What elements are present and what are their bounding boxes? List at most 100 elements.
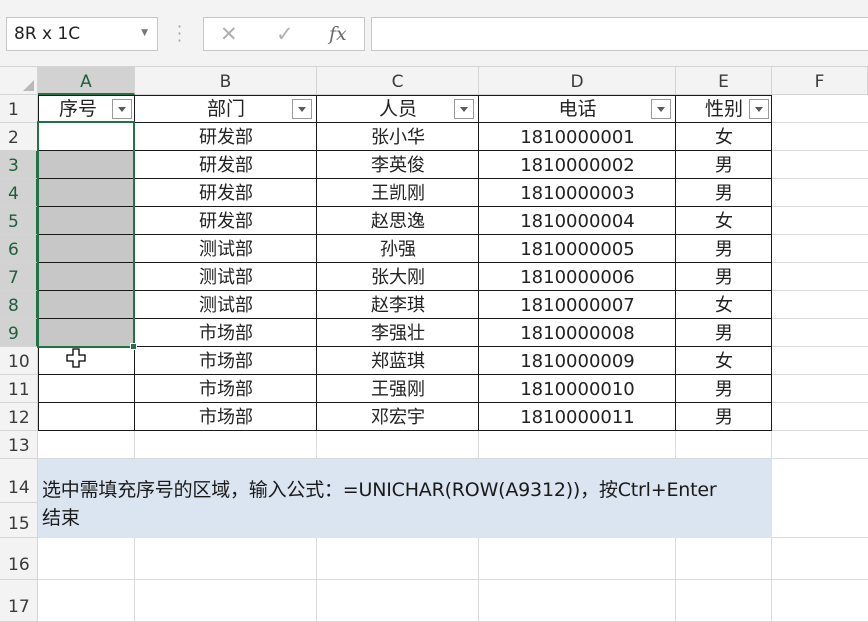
filter-dropdown-icon[interactable] bbox=[651, 99, 671, 119]
table-border bbox=[38, 206, 772, 207]
row-header-6[interactable]: 6 bbox=[0, 235, 38, 263]
gender-cell[interactable]: 女 bbox=[676, 123, 772, 151]
row-header-11[interactable]: 11 bbox=[0, 375, 38, 403]
filter-dropdown-icon[interactable] bbox=[112, 99, 132, 119]
seq-cell[interactable] bbox=[38, 347, 135, 375]
table-border bbox=[38, 150, 772, 151]
formula-input[interactable] bbox=[371, 17, 868, 51]
row-header-4[interactable]: 4 bbox=[0, 179, 38, 207]
selection-border bbox=[37, 121, 135, 348]
insert-function-icon[interactable]: fx bbox=[329, 21, 347, 47]
column-header-e[interactable]: E bbox=[676, 67, 772, 95]
cancel-icon[interactable]: ✕ bbox=[220, 21, 238, 47]
gender-cell[interactable]: 女 bbox=[676, 291, 772, 319]
dept-cell[interactable]: 研发部 bbox=[135, 179, 317, 207]
header-cell-seq[interactable]: 序号 bbox=[38, 95, 118, 123]
seq-cell[interactable] bbox=[38, 375, 135, 403]
gender-cell[interactable]: 男 bbox=[676, 151, 772, 179]
dept-cell[interactable]: 市场部 bbox=[135, 403, 317, 431]
fill-cross-cursor-icon bbox=[66, 348, 86, 368]
name-box[interactable]: 8R x 1C ▼ bbox=[6, 17, 158, 51]
person-cell[interactable]: 王强刚 bbox=[317, 375, 479, 403]
gender-cell[interactable]: 男 bbox=[676, 375, 772, 403]
dept-cell[interactable]: 市场部 bbox=[135, 319, 317, 347]
gender-cell[interactable]: 男 bbox=[676, 319, 772, 347]
header-cell-dept[interactable]: 部门 bbox=[135, 95, 317, 123]
dept-cell[interactable]: 研发部 bbox=[135, 123, 317, 151]
filter-dropdown-icon[interactable] bbox=[749, 99, 769, 119]
row-header-14[interactable]: 14 bbox=[0, 459, 38, 503]
formula-bar-grip-icon[interactable]: · · · bbox=[177, 19, 182, 49]
gender-cell[interactable]: 女 bbox=[676, 207, 772, 235]
person-cell[interactable]: 王凯刚 bbox=[317, 179, 479, 207]
table-border bbox=[38, 262, 772, 263]
person-cell[interactable]: 张小华 bbox=[317, 123, 479, 151]
dept-cell[interactable]: 测试部 bbox=[135, 235, 317, 263]
row-header-5[interactable]: 5 bbox=[0, 207, 38, 235]
phone-cell[interactable]: 1810000001 bbox=[479, 123, 676, 151]
row-header-10[interactable]: 10 bbox=[0, 347, 38, 375]
phone-cell[interactable]: 1810000005 bbox=[479, 235, 676, 263]
person-cell[interactable]: 李英俊 bbox=[317, 151, 479, 179]
person-cell[interactable]: 赵李琪 bbox=[317, 291, 479, 319]
gender-cell[interactable]: 男 bbox=[676, 263, 772, 291]
gender-cell[interactable]: 男 bbox=[676, 235, 772, 263]
table-border bbox=[38, 178, 772, 179]
phone-cell[interactable]: 1810000011 bbox=[479, 403, 676, 431]
gender-cell[interactable]: 女 bbox=[676, 347, 772, 375]
gender-cell[interactable]: 男 bbox=[676, 179, 772, 207]
dept-cell[interactable]: 测试部 bbox=[135, 263, 317, 291]
dept-cell[interactable]: 研发部 bbox=[135, 151, 317, 179]
phone-cell[interactable]: 1810000007 bbox=[479, 291, 676, 319]
phone-cell[interactable]: 1810000003 bbox=[479, 179, 676, 207]
row-header-9[interactable]: 9 bbox=[0, 319, 38, 347]
filter-dropdown-icon[interactable] bbox=[292, 99, 312, 119]
row-header-16[interactable]: 16 bbox=[0, 538, 38, 580]
column-header-f[interactable]: F bbox=[772, 67, 868, 95]
phone-cell[interactable]: 1810000006 bbox=[479, 263, 676, 291]
person-cell[interactable]: 李强壮 bbox=[317, 319, 479, 347]
table-border bbox=[316, 95, 317, 431]
table-border bbox=[478, 95, 479, 431]
row-header-8[interactable]: 8 bbox=[0, 291, 38, 319]
phone-cell[interactable]: 1810000002 bbox=[479, 151, 676, 179]
name-box-dropdown-icon[interactable]: ▼ bbox=[141, 28, 148, 38]
header-cell-phone[interactable]: 电话 bbox=[479, 95, 676, 123]
phone-cell[interactable]: 1810000008 bbox=[479, 319, 676, 347]
table-border bbox=[38, 290, 772, 291]
enter-check-icon[interactable]: ✓ bbox=[276, 21, 294, 47]
column-header-b[interactable]: B bbox=[135, 67, 317, 95]
person-cell[interactable]: 邓宏宇 bbox=[317, 403, 479, 431]
row-header-15[interactable]: 15 bbox=[0, 503, 38, 538]
table-border bbox=[38, 346, 772, 347]
row-header-13[interactable]: 13 bbox=[0, 431, 38, 459]
row-header-7[interactable]: 7 bbox=[0, 263, 38, 291]
fill-handle[interactable] bbox=[130, 343, 137, 350]
table-border bbox=[38, 122, 772, 123]
row-header-1[interactable]: 1 bbox=[0, 95, 38, 123]
select-all-button[interactable] bbox=[0, 67, 38, 95]
row-header-17[interactable]: 17 bbox=[0, 580, 38, 622]
phone-cell[interactable]: 1810000004 bbox=[479, 207, 676, 235]
phone-cell[interactable]: 1810000009 bbox=[479, 347, 676, 375]
row-header-12[interactable]: 12 bbox=[0, 403, 38, 431]
dept-cell[interactable]: 市场部 bbox=[135, 347, 317, 375]
gender-cell[interactable]: 男 bbox=[676, 403, 772, 431]
person-cell[interactable]: 赵思逸 bbox=[317, 207, 479, 235]
column-header-d[interactable]: D bbox=[479, 67, 676, 95]
column-header-c[interactable]: C bbox=[317, 67, 479, 95]
person-cell[interactable]: 孙强 bbox=[317, 235, 479, 263]
phone-cell[interactable]: 1810000010 bbox=[479, 375, 676, 403]
row-header-2[interactable]: 2 bbox=[0, 123, 38, 151]
seq-cell[interactable] bbox=[38, 403, 135, 431]
row-header-3[interactable]: 3 bbox=[0, 151, 38, 179]
filter-dropdown-icon[interactable] bbox=[454, 99, 474, 119]
person-cell[interactable]: 郑蓝琪 bbox=[317, 347, 479, 375]
dept-cell[interactable]: 市场部 bbox=[135, 375, 317, 403]
note-text-line-2: 结束 bbox=[42, 507, 81, 529]
table-border bbox=[38, 318, 772, 319]
column-header-a[interactable]: A bbox=[38, 67, 135, 95]
dept-cell[interactable]: 测试部 bbox=[135, 291, 317, 319]
dept-cell[interactable]: 研发部 bbox=[135, 207, 317, 235]
person-cell[interactable]: 张大刚 bbox=[317, 263, 479, 291]
